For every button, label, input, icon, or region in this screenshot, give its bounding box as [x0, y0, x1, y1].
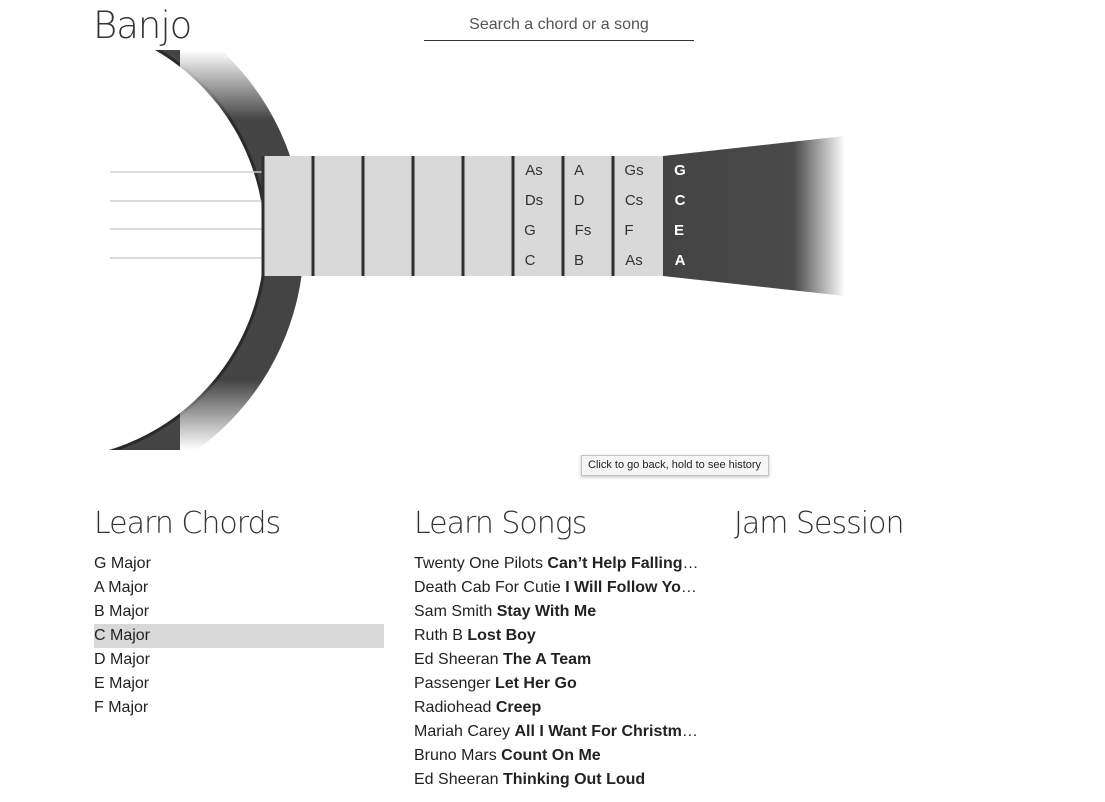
song-item[interactable]: Ruth B Lost Boy	[414, 624, 702, 648]
song-title: Let Her Go	[494, 675, 577, 692]
fret-note[interactable]: As	[614, 252, 654, 270]
song-title: Thinking Out Loud	[502, 771, 646, 788]
open-string-note[interactable]: C	[664, 192, 696, 210]
song-artist: Ed Sheeran	[414, 651, 499, 668]
open-string-note[interactable]: A	[664, 252, 696, 270]
fret-note[interactable]: Fs	[563, 222, 603, 240]
fret-note[interactable]: C	[510, 252, 550, 270]
song-title: The A Team	[502, 651, 592, 668]
chord-item[interactable]: G Major	[94, 552, 384, 576]
fret-note[interactable]: G	[510, 222, 550, 240]
song-artist: Mariah Carey	[414, 723, 511, 740]
fret-note[interactable]: A	[559, 162, 599, 180]
song-item[interactable]: Radiohead Creep	[414, 696, 702, 720]
learn-songs-heading: Learn Songs	[414, 506, 587, 541]
chord-list: G Major A Major B Major C Major D Major …	[94, 552, 384, 720]
song-artist: Ed Sheeran	[414, 771, 499, 788]
fret-note[interactable]: B	[559, 252, 599, 270]
back-button-tooltip: Click to go back, hold to see history	[581, 455, 770, 476]
song-item[interactable]: Ed Sheeran Thinking Out Loud	[414, 768, 702, 792]
song-item[interactable]: Mariah Carey All I Want For Christmas Is…	[414, 720, 702, 744]
song-title: All I Want For Christmas Is You	[514, 723, 702, 740]
song-item[interactable]: Twenty One Pilots Can’t Help Falling in …	[414, 552, 702, 576]
headstock	[663, 136, 845, 296]
fret-note[interactable]: D	[559, 192, 599, 210]
song-item[interactable]: Passenger Let Her Go	[414, 672, 702, 696]
song-title: Stay With Me	[496, 603, 597, 620]
song-artist: Passenger	[414, 675, 491, 692]
fret-note[interactable]: As	[514, 162, 554, 180]
banjo-app: Banjo Search a chord or a song As A Gs D…	[0, 0, 1105, 802]
chord-item[interactable]: D Major	[94, 648, 384, 672]
fret-note[interactable]: Ds	[514, 192, 554, 210]
chord-item[interactable]: A Major	[94, 576, 384, 600]
song-title: Creep	[495, 699, 542, 716]
song-title: Lost Boy	[467, 627, 536, 644]
song-item[interactable]: Death Cab For Cutie I Will Follow You in…	[414, 576, 702, 600]
chord-item[interactable]: B Major	[94, 600, 384, 624]
chord-item[interactable]: F Major	[94, 696, 384, 720]
song-artist: Bruno Mars	[414, 747, 497, 764]
song-list: Twenty One Pilots Can’t Help Falling in …	[414, 552, 702, 792]
song-artist: Death Cab For Cutie	[414, 579, 561, 596]
open-string-note[interactable]: E	[663, 222, 695, 240]
song-title: Can’t Help Falling in Love	[547, 555, 702, 572]
fret-note[interactable]: Cs	[614, 192, 654, 210]
song-item[interactable]: Sam Smith Stay With Me	[414, 600, 702, 624]
chord-item-selected[interactable]: C Major	[94, 624, 384, 648]
song-artist: Sam Smith	[414, 603, 493, 620]
song-item[interactable]: Bruno Mars Count On Me	[414, 744, 702, 768]
song-artist: Ruth B	[414, 627, 463, 644]
song-artist: Twenty One Pilots	[414, 555, 543, 572]
learn-chords-heading: Learn Chords	[94, 506, 281, 541]
fret-note[interactable]: F	[609, 222, 649, 240]
open-string-note[interactable]: G	[664, 162, 696, 180]
banjo-illustration	[0, 50, 845, 450]
fret-note[interactable]: Gs	[614, 162, 654, 180]
song-title: Count On Me	[501, 747, 601, 764]
song-title: I Will Follow You into the Dark	[565, 579, 702, 596]
song-item[interactable]: Ed Sheeran The A Team	[414, 648, 702, 672]
chord-item[interactable]: E Major	[94, 672, 384, 696]
song-artist: Radiohead	[414, 699, 492, 716]
jam-session-heading[interactable]: Jam Session	[734, 506, 904, 541]
